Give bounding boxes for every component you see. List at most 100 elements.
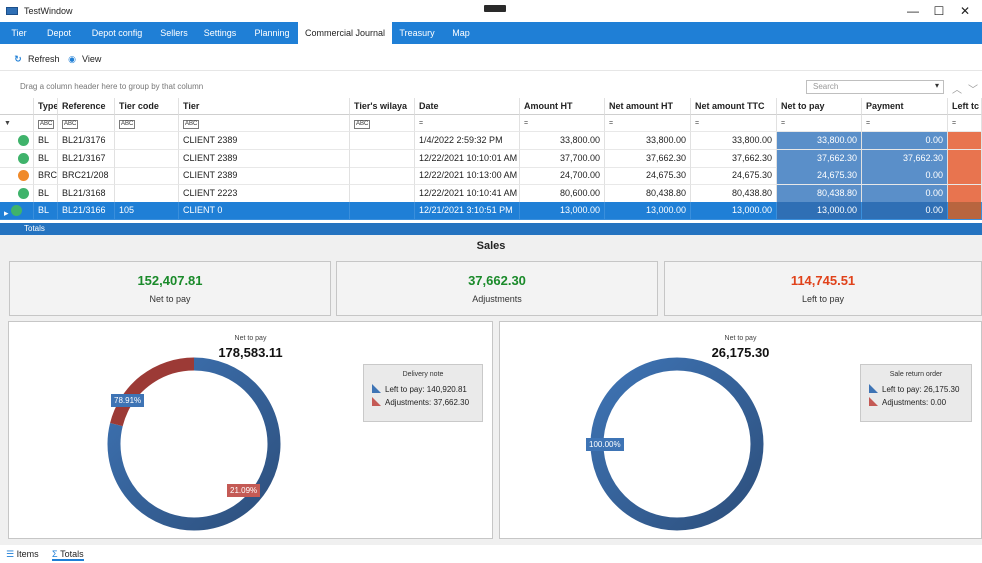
filter-row-icon[interactable]: ▼ bbox=[0, 115, 34, 132]
cell-reference[interactable]: BRC21/208 bbox=[58, 167, 115, 185]
column-header-net-amount-ht[interactable]: Net amount HT bbox=[605, 98, 691, 115]
column-header-type[interactable]: Type bbox=[34, 98, 58, 115]
filter-left-to-pay[interactable]: = bbox=[948, 115, 982, 132]
column-header-wilaya[interactable]: Tier's wilaya bbox=[350, 98, 415, 115]
filter-net-amount-ht[interactable]: = bbox=[605, 115, 691, 132]
filter-net-amount-ttc[interactable]: = bbox=[691, 115, 777, 132]
column-header-tier[interactable]: Tier bbox=[179, 98, 350, 115]
chevron-down-icon[interactable]: ▾ bbox=[935, 81, 939, 90]
filter-type[interactable]: ABC bbox=[34, 115, 58, 132]
tab-settings[interactable]: Settings bbox=[198, 22, 242, 44]
maximize-button[interactable]: ☐ bbox=[928, 3, 950, 19]
cell-payment[interactable]: 37,662.30 bbox=[862, 149, 948, 168]
filter-payment[interactable]: = bbox=[862, 115, 948, 132]
cell-wilaya[interactable] bbox=[350, 184, 415, 203]
cell-tier-code[interactable] bbox=[115, 184, 179, 203]
cell-wilaya[interactable] bbox=[350, 202, 415, 220]
refresh-button[interactable]: ↻ Refresh bbox=[12, 51, 59, 67]
column-header-amount-ht[interactable]: Amount HT bbox=[520, 98, 605, 115]
cell-date[interactable]: 12/22/2021 10:13:00 AM bbox=[415, 167, 520, 185]
cell-left-to-pay[interactable] bbox=[948, 167, 982, 185]
cell-reference[interactable]: BL21/3167 bbox=[58, 149, 115, 168]
filter-tier-code[interactable]: ABC bbox=[115, 115, 179, 132]
previous-match-icon[interactable]: ︿ bbox=[952, 81, 962, 96]
next-match-icon[interactable]: ﹀ bbox=[968, 81, 978, 96]
cell-reference[interactable]: BL21/3176 bbox=[58, 132, 115, 150]
tab-map[interactable]: Map bbox=[446, 22, 476, 44]
tab-planning[interactable]: Planning bbox=[248, 22, 296, 44]
tab-sellers[interactable]: Sellers bbox=[154, 22, 194, 44]
cell-wilaya[interactable] bbox=[350, 132, 415, 150]
cell-left-to-pay[interactable] bbox=[948, 184, 982, 203]
cell-status[interactable] bbox=[0, 132, 34, 150]
cell-type[interactable]: BL bbox=[34, 202, 58, 220]
column-header-status[interactable] bbox=[0, 98, 34, 115]
cell-net-amount-ttc[interactable]: 80,438.80 bbox=[691, 184, 777, 203]
column-header-left-to-pay[interactable]: Left tc bbox=[948, 98, 982, 115]
cell-tier[interactable]: CLIENT 2223 bbox=[179, 184, 350, 203]
tab-depot-config[interactable]: Depot config bbox=[86, 22, 148, 44]
cell-net-amount-ht[interactable]: 37,662.30 bbox=[605, 149, 691, 168]
close-button[interactable]: ✕ bbox=[954, 3, 976, 19]
cell-amount-ht[interactable]: 24,700.00 bbox=[520, 167, 605, 185]
column-header-date[interactable]: Date bbox=[415, 98, 520, 115]
cell-net-amount-ttc[interactable]: 13,000.00 bbox=[691, 202, 777, 220]
filter-net-to-pay[interactable]: = bbox=[777, 115, 862, 132]
cell-amount-ht[interactable]: 13,000.00 bbox=[520, 202, 605, 220]
cell-type[interactable]: BL bbox=[34, 149, 58, 168]
cell-tier[interactable]: CLIENT 2389 bbox=[179, 132, 350, 150]
cell-type[interactable]: BRC bbox=[34, 167, 58, 185]
cell-amount-ht[interactable]: 33,800.00 bbox=[520, 132, 605, 150]
filter-tier[interactable]: ABC bbox=[179, 115, 350, 132]
tab-items[interactable]: ☰ Items bbox=[6, 547, 39, 561]
column-header-reference[interactable]: Reference bbox=[58, 98, 115, 115]
cell-tier[interactable]: CLIENT 2389 bbox=[179, 167, 350, 185]
cell-tier-code[interactable] bbox=[115, 132, 179, 150]
cell-type[interactable]: BL bbox=[34, 132, 58, 150]
cell-net-to-pay[interactable]: 80,438.80 bbox=[777, 184, 862, 203]
cell-net-to-pay[interactable]: 24,675.30 bbox=[777, 167, 862, 185]
cell-net-to-pay[interactable]: 37,662.30 bbox=[777, 149, 862, 168]
cell-net-to-pay[interactable]: 13,000.00 bbox=[777, 202, 862, 220]
cell-net-amount-ht[interactable]: 13,000.00 bbox=[605, 202, 691, 220]
cell-status[interactable] bbox=[0, 149, 34, 168]
cell-date[interactable]: 1/4/2022 2:59:32 PM bbox=[415, 132, 520, 150]
cell-amount-ht[interactable]: 80,600.00 bbox=[520, 184, 605, 203]
cell-wilaya[interactable] bbox=[350, 167, 415, 185]
tab-depot[interactable]: Depot bbox=[42, 22, 76, 44]
cell-tier[interactable]: CLIENT 2389 bbox=[179, 149, 350, 168]
cell-type[interactable]: BL bbox=[34, 184, 58, 203]
cell-net-amount-ht[interactable]: 33,800.00 bbox=[605, 132, 691, 150]
cell-tier-code[interactable]: 105 bbox=[115, 202, 179, 220]
cell-net-amount-ttc[interactable]: 37,662.30 bbox=[691, 149, 777, 168]
tab-totals[interactable]: Σ Totals bbox=[52, 547, 84, 561]
filter-amount-ht[interactable]: = bbox=[520, 115, 605, 132]
view-button[interactable]: ◉ View bbox=[66, 51, 101, 67]
cell-amount-ht[interactable]: 37,700.00 bbox=[520, 149, 605, 168]
cell-reference[interactable]: BL21/3168 bbox=[58, 184, 115, 203]
column-header-net-to-pay[interactable]: Net to pay bbox=[777, 98, 862, 115]
cell-date[interactable]: 12/21/2021 3:10:51 PM bbox=[415, 202, 520, 220]
totals-bar[interactable]: Totals bbox=[0, 223, 982, 235]
cell-tier-code[interactable] bbox=[115, 149, 179, 168]
filter-date[interactable]: = bbox=[415, 115, 520, 132]
column-header-net-amount-ttc[interactable]: Net amount TTC bbox=[691, 98, 777, 115]
cell-wilaya[interactable] bbox=[350, 149, 415, 168]
cell-payment[interactable]: 0.00 bbox=[862, 184, 948, 203]
cell-payment[interactable]: 0.00 bbox=[862, 132, 948, 150]
cell-tier[interactable]: CLIENT 0 bbox=[179, 202, 350, 220]
minimize-button[interactable]: — bbox=[902, 3, 924, 19]
column-header-tier-code[interactable]: Tier code bbox=[115, 98, 179, 115]
cell-left-to-pay[interactable] bbox=[948, 149, 982, 168]
filter-wilaya[interactable]: ABC bbox=[350, 115, 415, 132]
tab-tier[interactable]: Tier bbox=[6, 22, 32, 44]
cell-left-to-pay[interactable] bbox=[948, 132, 982, 150]
cell-net-amount-ttc[interactable]: 33,800.00 bbox=[691, 132, 777, 150]
cell-net-amount-ht[interactable]: 80,438.80 bbox=[605, 184, 691, 203]
tab-treasury[interactable]: Treasury bbox=[396, 22, 438, 44]
cell-left-to-pay[interactable] bbox=[948, 202, 982, 220]
column-header-payment[interactable]: Payment bbox=[862, 98, 948, 115]
cell-net-amount-ht[interactable]: 24,675.30 bbox=[605, 167, 691, 185]
filter-reference[interactable]: ABC bbox=[58, 115, 115, 132]
tab-commercial-journal[interactable]: Commercial Journal bbox=[298, 22, 392, 44]
